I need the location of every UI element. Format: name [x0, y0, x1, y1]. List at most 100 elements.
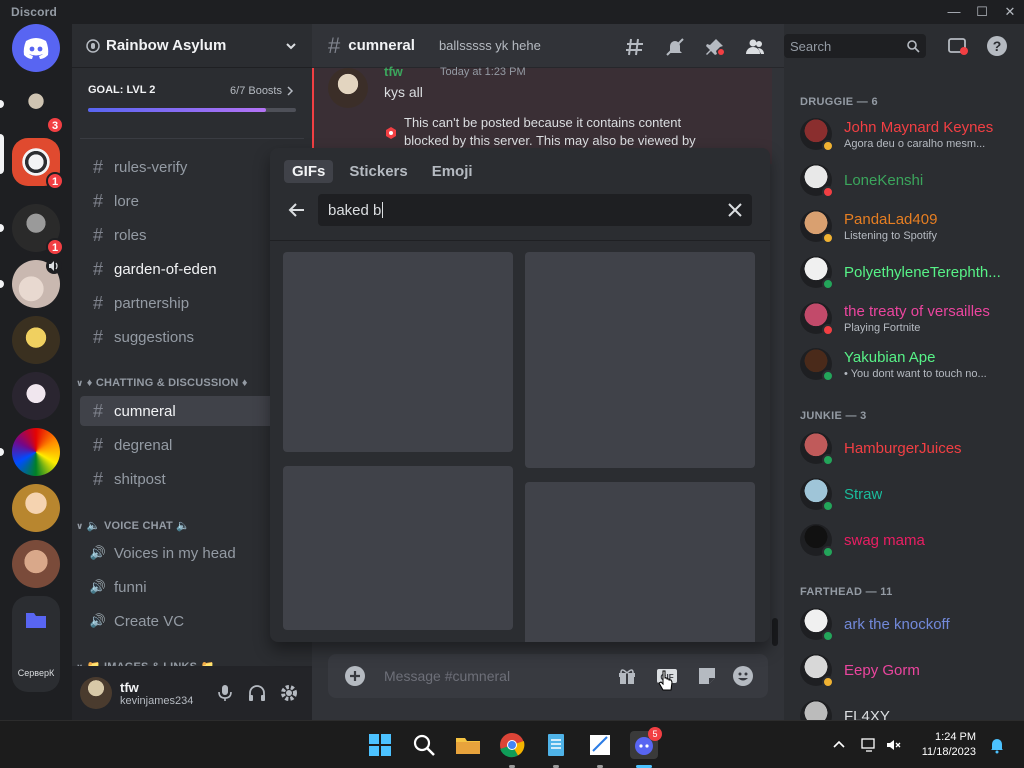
member-item[interactable]: FL4XY [800, 696, 1016, 720]
gear-icon[interactable] [278, 682, 300, 704]
gif-picker: GIFs Stickers Emoji baked b [270, 148, 770, 642]
member-item[interactable]: Eepy Gorm [800, 650, 1016, 690]
member-item[interactable]: Straw [800, 474, 1016, 514]
server-icon-rainbow-asylum[interactable]: 1 [12, 138, 64, 190]
member-item[interactable]: HamburgerJuices [800, 428, 1016, 468]
category-chatting[interactable]: ∨ ♦ CHATTING & DISCUSSION ♦ [76, 377, 248, 389]
status-indicator [822, 232, 834, 244]
server-icon-voice-active[interactable] [12, 258, 62, 308]
mention-badge: 3 [46, 116, 64, 134]
home-button[interactable] [12, 24, 60, 72]
message-author[interactable]: tfw [384, 64, 403, 79]
member-name: HamburgerJuices [844, 440, 962, 457]
headphones-icon[interactable] [246, 682, 268, 704]
emoji-icon[interactable] [732, 665, 754, 687]
member-item[interactable]: LoneKenshi [800, 160, 1016, 200]
drawing-app-icon[interactable] [584, 729, 616, 761]
gift-icon[interactable] [616, 665, 638, 687]
guild-header[interactable]: Rainbow Asylum [72, 24, 312, 68]
category-label: VOICE CHAT [103, 520, 173, 532]
category-voice[interactable]: ∨ 🔈 VOICE CHAT 🔈 [76, 519, 190, 532]
gif-search-input[interactable]: baked b [318, 194, 752, 226]
user-info[interactable]: tfw kevinjames234 [120, 680, 193, 707]
server-icon[interactable]: 3 [12, 82, 64, 134]
pin-icon[interactable] [704, 36, 726, 58]
file-explorer-icon[interactable] [452, 729, 484, 761]
system-clock[interactable]: 1:24 PM 11/18/2023 [916, 730, 976, 760]
status-indicator [822, 630, 834, 642]
chevron-right-icon [287, 86, 294, 96]
windows-start-icon[interactable] [364, 729, 396, 761]
search-icon[interactable] [408, 729, 440, 761]
member-list-icon[interactable] [744, 36, 766, 58]
add-attachment-icon[interactable] [344, 665, 366, 687]
message-composer[interactable]: Message #cumneral GIF [328, 654, 768, 698]
tab-stickers[interactable]: Stickers [341, 160, 415, 183]
divider [270, 240, 770, 241]
help-icon[interactable]: ? [986, 35, 1008, 57]
divider [80, 138, 304, 139]
close-window-button[interactable]: ✕ [996, 1, 1024, 23]
text-caret [382, 202, 384, 218]
server-folder[interactable]: СерверК [12, 596, 60, 692]
channel-name: cumneral [114, 402, 176, 420]
server-icon[interactable]: 1 [12, 204, 64, 256]
member-item[interactable]: John Maynard Keynes Agora deu o caralho m… [800, 114, 1016, 154]
search-input[interactable]: Search [784, 34, 926, 58]
member-item[interactable]: swag mama [800, 520, 1016, 560]
threads-icon[interactable] [624, 36, 646, 58]
server-icon[interactable] [12, 316, 60, 364]
server-icon[interactable] [12, 484, 60, 532]
message-input[interactable]: Message #cumneral [384, 668, 510, 684]
network-icon[interactable] [860, 736, 878, 754]
text-channel-icon: # [92, 400, 103, 421]
server-icon[interactable] [12, 372, 60, 420]
member-item[interactable]: ark the knockoff [800, 604, 1016, 644]
boost-goal[interactable]: GOAL: LVL 2 6/7 Boosts [88, 84, 296, 112]
gif-result-tile[interactable] [283, 466, 513, 630]
channel-name: roles [114, 226, 147, 244]
tab-gifs[interactable]: GIFs [284, 160, 334, 183]
username: tfw [120, 679, 139, 695]
cursor-icon [658, 670, 673, 691]
chrome-icon[interactable] [496, 729, 528, 761]
server-icon[interactable] [12, 428, 60, 476]
inbox-icon[interactable] [946, 35, 968, 57]
member-name: PolyethyleneTerephth... [844, 264, 1001, 281]
microphone-icon[interactable] [214, 682, 236, 704]
gif-result-tile[interactable] [525, 252, 755, 468]
member-group-header: DRUGGIE — 6 [800, 96, 878, 108]
tab-emoji[interactable]: Emoji [424, 160, 481, 183]
member-name: LoneKenshi [844, 172, 924, 189]
sticker-icon[interactable] [696, 665, 718, 687]
member-item[interactable]: PolyethyleneTerephth... [800, 252, 1016, 292]
member-item[interactable]: Yakubian Ape • You dont want to touch no.… [800, 344, 1016, 384]
volume-muted-icon[interactable] [884, 736, 902, 754]
close-icon[interactable] [726, 201, 744, 219]
gif-result-tile[interactable] [525, 482, 755, 642]
text-channel-icon: # [92, 224, 103, 245]
category-label: ♦ CHATTING & DISCUSSION ♦ [86, 377, 248, 389]
notification-bell-icon[interactable] [988, 736, 1006, 754]
arrow-left-icon[interactable] [286, 199, 308, 221]
text-channel-icon: # [92, 292, 103, 313]
unread-indicator [0, 448, 4, 456]
scrollbar[interactable] [772, 618, 778, 646]
channel-topic[interactable]: ballsssss yk hehe [439, 38, 541, 53]
maximize-button[interactable]: ☐ [968, 1, 996, 23]
notepad-icon[interactable] [540, 729, 572, 761]
minimize-button[interactable]: — [940, 1, 968, 23]
avatar[interactable] [328, 68, 368, 108]
discord-logo-icon [23, 38, 49, 59]
member-item[interactable]: the treaty of versailles Playing Fortnite [800, 298, 1016, 338]
avatar[interactable] [80, 677, 112, 709]
gif-search-value: baked b [328, 202, 382, 219]
search-placeholder: Search [790, 39, 832, 54]
notification-bell-muted-icon[interactable] [664, 36, 686, 58]
member-item[interactable]: PandaLad409 Listening to Spotify [800, 206, 1016, 246]
server-icon[interactable] [12, 540, 60, 588]
chevron-up-icon[interactable] [830, 736, 848, 754]
unread-indicator [0, 224, 4, 232]
channel-name: garden-of-eden [114, 260, 217, 278]
gif-result-tile[interactable] [283, 252, 513, 452]
